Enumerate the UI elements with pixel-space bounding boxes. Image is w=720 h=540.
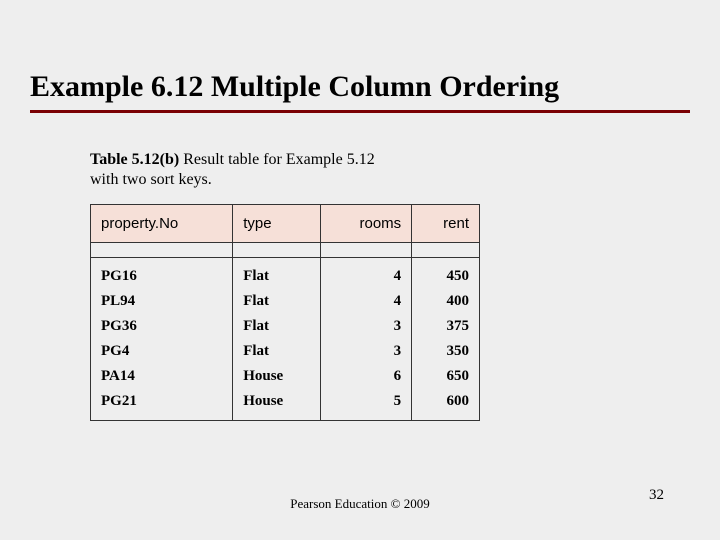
col-header-type: type [233, 205, 321, 243]
result-table: property.No type rooms rent PG16 Flat 4 … [90, 204, 480, 421]
cell-type: Flat [233, 339, 321, 364]
table-row: PA14 House 6 650 [91, 364, 480, 389]
cell-propertyno: PG36 [91, 314, 233, 339]
cell-rent: 650 [412, 364, 480, 389]
table-row: PL94 Flat 4 400 [91, 289, 480, 314]
table-number: Table 5.12(b) [90, 151, 179, 168]
table-row: PG36 Flat 3 375 [91, 314, 480, 339]
table-row: PG4 Flat 3 350 [91, 339, 480, 364]
table-header-row: property.No type rooms rent [91, 205, 480, 243]
page-number: 32 [649, 487, 664, 504]
cell-rooms: 3 [321, 339, 412, 364]
cell-type: Flat [233, 289, 321, 314]
table-caption: Table 5.12(b) Result table for Example 5… [90, 150, 490, 190]
cell-rent: 600 [412, 389, 480, 421]
cell-propertyno: PG4 [91, 339, 233, 364]
cell-type: Flat [233, 314, 321, 339]
col-header-rent: rent [412, 205, 480, 243]
cell-type: Flat [233, 258, 321, 290]
table-row: PG21 House 5 600 [91, 389, 480, 421]
caption-line1: Result table for Example 5.12 [179, 151, 375, 168]
cell-rooms: 4 [321, 289, 412, 314]
cell-propertyno: PL94 [91, 289, 233, 314]
cell-rent: 450 [412, 258, 480, 290]
cell-rent: 400 [412, 289, 480, 314]
cell-rent: 375 [412, 314, 480, 339]
cell-rooms: 5 [321, 389, 412, 421]
table-figure: Table 5.12(b) Result table for Example 5… [90, 150, 490, 421]
table-row: PG16 Flat 4 450 [91, 258, 480, 290]
col-header-rooms: rooms [321, 205, 412, 243]
caption-line2: with two sort keys. [90, 171, 212, 188]
cell-rooms: 3 [321, 314, 412, 339]
cell-propertyno: PG16 [91, 258, 233, 290]
slide-title: Example 6.12 Multiple Column Ordering [30, 70, 690, 110]
cell-type: House [233, 389, 321, 421]
col-header-propertyno: property.No [91, 205, 233, 243]
cell-rooms: 6 [321, 364, 412, 389]
cell-rent: 350 [412, 339, 480, 364]
cell-type: House [233, 364, 321, 389]
cell-propertyno: PA14 [91, 364, 233, 389]
footer: Pearson Education © 2009 [0, 496, 720, 512]
cell-propertyno: PG21 [91, 389, 233, 421]
title-underline [30, 110, 690, 113]
cell-rooms: 4 [321, 258, 412, 290]
